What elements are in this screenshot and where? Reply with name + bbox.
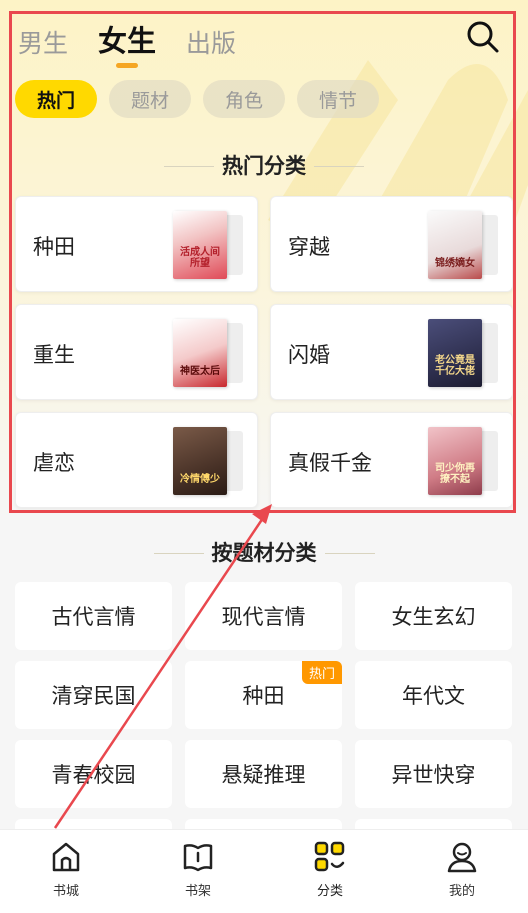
subject-tile[interactable]: 异世快穿 (355, 740, 512, 808)
tab-female[interactable]: 女生 (98, 18, 156, 60)
book-cover: 司少你再撩不起 (428, 427, 498, 495)
hot-card-rebirth[interactable]: 重生 神医太后 (15, 304, 258, 400)
subject-tile[interactable]: 种田 热门 (185, 661, 342, 729)
book-cover: 老公竟是千亿大佬 (428, 319, 498, 387)
card-label: 闪婚 (288, 343, 330, 367)
book-cover: 神医太后 (173, 319, 243, 387)
card-label: 重生 (33, 343, 75, 367)
hot-card-flash-marriage[interactable]: 闪婚 老公竟是千亿大佬 (270, 304, 513, 400)
hot-section-title: 热门分类 (0, 150, 528, 180)
card-label: 穿越 (288, 235, 330, 259)
nav-category[interactable]: 分类 (264, 830, 396, 913)
subject-tile[interactable]: 年代文 (355, 661, 512, 729)
nav-label: 书架 (184, 884, 211, 899)
hot-badge: 热门 (301, 661, 342, 684)
subject-tile[interactable]: 女生玄幻 (355, 582, 512, 650)
book-cover: 冷情傅少 (173, 427, 243, 495)
subject-tile[interactable]: 悬疑推理 (185, 740, 342, 808)
book-icon (183, 844, 213, 872)
subject-section-title: 按题材分类 (0, 537, 528, 567)
chip-subject[interactable]: 题材 (109, 80, 191, 118)
profile-icon (447, 842, 477, 873)
card-label: 虐恋 (33, 451, 75, 475)
card-label: 真假千金 (288, 451, 372, 475)
book-cover: 锦绣嫡女 (428, 211, 498, 279)
nav-bookstore[interactable]: 书城 (0, 830, 132, 913)
nav-label: 书城 (52, 884, 79, 899)
tab-male[interactable]: 男生 (18, 24, 68, 60)
nav-label: 我的 (448, 884, 475, 899)
nav-bookshelf[interactable]: 书架 (132, 830, 264, 913)
category-icon (314, 841, 345, 872)
gender-tabs: 男生 女生 出版 (18, 20, 266, 60)
subject-tile[interactable]: 古代言情 (15, 582, 172, 650)
filter-chips: 热门 题材 角色 情节 (15, 80, 391, 118)
tab-publish[interactable]: 出版 (186, 24, 236, 60)
home-icon (52, 842, 80, 872)
chip-plot[interactable]: 情节 (297, 80, 379, 118)
chip-hot[interactable]: 热门 (15, 80, 97, 118)
book-cover: 活成人间所望 (173, 211, 243, 279)
nav-profile[interactable]: 我的 (396, 830, 528, 913)
hot-card-fake-heiress[interactable]: 真假千金 司少你再撩不起 (270, 412, 513, 508)
subject-tile[interactable]: 清穿民国 (15, 661, 172, 729)
subject-tile[interactable]: 现代言情 (185, 582, 342, 650)
chip-role[interactable]: 角色 (203, 80, 285, 118)
bottom-navigation: 书城 书架 分类 我的 (0, 829, 528, 913)
subject-tile[interactable]: 青春校园 (15, 740, 172, 808)
search-icon[interactable] (466, 20, 500, 54)
hot-card-angst[interactable]: 虐恋 冷情傅少 (15, 412, 258, 508)
card-label: 种田 (33, 235, 75, 259)
hot-card-time-travel[interactable]: 穿越 锦绣嫡女 (270, 196, 513, 292)
nav-label: 分类 (316, 884, 343, 899)
hot-card-farming[interactable]: 种田 活成人间所望 (15, 196, 258, 292)
